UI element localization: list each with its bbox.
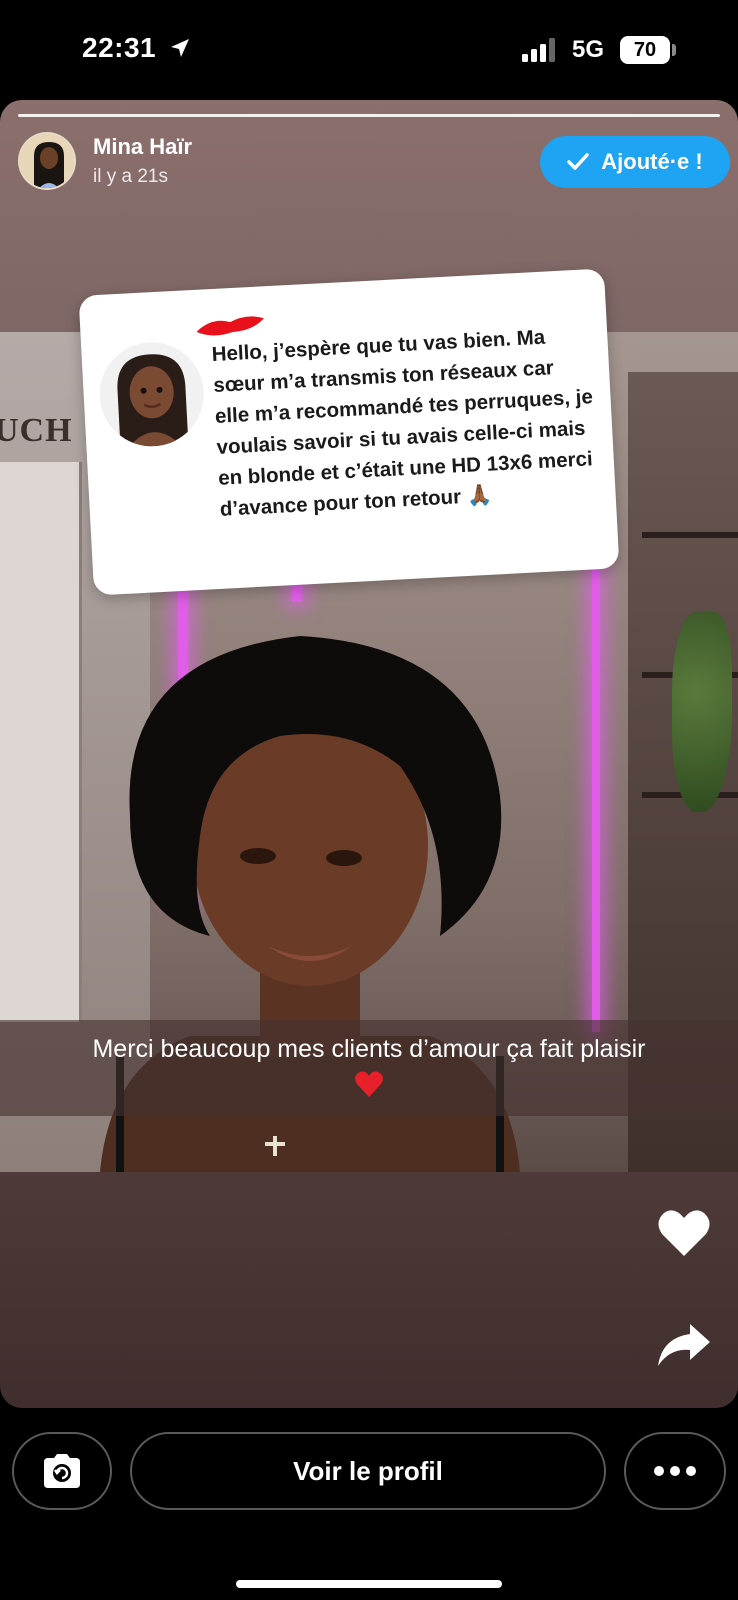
caption-band: Merci beaucoup mes clients d’amour ça fa… — [0, 1020, 738, 1116]
pray-emoji: 🙏🏾 — [466, 483, 493, 508]
question-avatar — [97, 339, 207, 449]
question-message: Hello, j’espère que tu vas bien. Ma sœur… — [211, 325, 594, 521]
bottom-bar: Voir le profil — [0, 1408, 738, 1600]
added-button-label: Ajouté·e ! — [601, 149, 703, 174]
neon-light — [592, 532, 600, 1032]
background-sign: UCH — [0, 412, 73, 449]
story-username[interactable]: Mina Haïr — [93, 134, 192, 160]
status-time: 22:31 — [82, 32, 157, 63]
battery-nub — [672, 44, 676, 56]
added-button[interactable]: Ajouté·e ! — [540, 136, 730, 188]
bitmoji-avatar — [117, 354, 189, 448]
heart-icon[interactable] — [656, 1208, 712, 1258]
status-bar: 22:31 5G 70 — [0, 0, 738, 100]
question-text: Hello, j’espère que tu vas bien. Ma sœur… — [211, 319, 600, 525]
more-dots-icon[interactable] — [624, 1432, 726, 1510]
story-card[interactable]: Mina Haïr il y a 21s Ajouté·e ! UCH Hell… — [0, 100, 738, 1408]
avatar-image — [20, 134, 74, 188]
avatar[interactable] — [18, 132, 76, 190]
battery-icon: 70 — [620, 36, 670, 64]
question-sticker[interactable]: Hello, j’espère que tu vas bien. Ma sœur… — [78, 268, 620, 596]
shelf-plank — [642, 532, 738, 538]
story-timestamp: il y a 21s — [93, 166, 168, 187]
background-wardrobe — [0, 462, 82, 1022]
share-arrow-icon[interactable] — [656, 1322, 712, 1368]
dot — [654, 1466, 664, 1476]
camera-reply-button[interactable] — [12, 1432, 112, 1510]
signal-bars-icon — [522, 38, 555, 62]
view-profile-button[interactable]: Voir le profil — [130, 1432, 606, 1510]
home-indicator[interactable] — [236, 1580, 502, 1588]
caption-text: Merci beaucoup mes clients d’amour ça fa… — [92, 1035, 646, 1063]
redaction-scribble — [196, 316, 264, 336]
network-type: 5G — [572, 36, 605, 63]
story-progress-bar — [18, 114, 720, 117]
dot — [670, 1466, 680, 1476]
red-heart-icon — [355, 1071, 383, 1098]
dot — [686, 1466, 696, 1476]
caption: Merci beaucoup mes clients d’amour ça fa… — [20, 1032, 718, 1100]
location-arrow-icon — [171, 39, 189, 57]
checkmark-icon — [567, 153, 590, 170]
camera-reply-icon — [44, 1454, 80, 1488]
background-plant — [672, 612, 732, 812]
